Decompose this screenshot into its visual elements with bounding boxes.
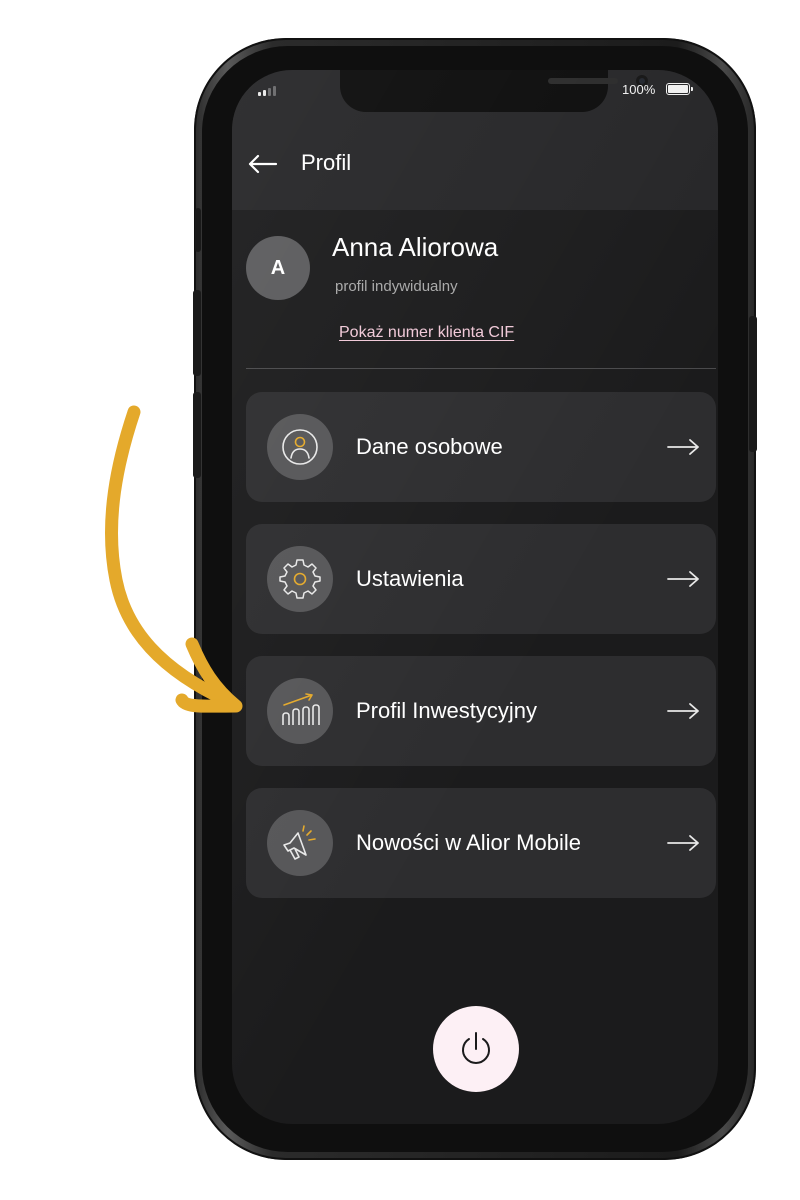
show-cif-link[interactable]: Pokaż numer klienta CIF <box>339 324 514 342</box>
menu-item-personal-data[interactable]: Dane osobowe <box>246 392 716 502</box>
notch <box>340 70 648 112</box>
power-icon <box>462 1032 490 1064</box>
investment-icon-circle <box>267 678 333 744</box>
signal-icon <box>258 86 276 96</box>
person-icon-circle <box>267 414 333 480</box>
menu-item-label: Dane osobowe <box>356 434 503 459</box>
divider <box>246 368 716 369</box>
gear-icon <box>279 559 321 599</box>
menu-item-label: Ustawienia <box>356 566 464 591</box>
speaker-grille <box>548 78 618 84</box>
arrow-right-icon <box>667 439 699 455</box>
battery-icon <box>666 83 693 95</box>
megaphone-icon-circle <box>267 810 333 876</box>
menu-item-label: Nowości w Alior Mobile <box>356 830 581 855</box>
gear-icon-circle <box>267 546 333 612</box>
menu-item-investment-profile[interactable]: Profil Inwestycyjny <box>246 656 716 766</box>
mute-switch <box>195 208 201 252</box>
megaphone-icon <box>283 825 316 860</box>
user-name: Anna Aliorowa <box>332 232 499 262</box>
profile-type-label: profil indywidualny <box>335 278 458 295</box>
menu-item-label: Profil Inwestycyjny <box>356 698 537 723</box>
page-title: Profil <box>301 150 352 175</box>
person-icon <box>282 429 318 465</box>
arrow-right-icon <box>667 703 699 719</box>
back-arrow-icon[interactable] <box>246 148 278 180</box>
menu-item-settings[interactable]: Ustawienia <box>246 524 716 634</box>
menu-item-whats-new[interactable]: Nowości w Alior Mobile <box>246 788 716 898</box>
battery-percentage: 100% <box>622 82 656 97</box>
arrow-right-icon <box>667 571 699 587</box>
annotation-arrow-icon <box>105 405 243 713</box>
side-power-button <box>749 316 757 452</box>
arrow-right-icon <box>667 835 699 851</box>
phone-screen: 100% Profil A Anna Aliorowa profil indyw… <box>232 70 718 1124</box>
logout-button[interactable] <box>433 1006 519 1092</box>
investment-chart-icon <box>282 693 320 725</box>
volume-up-button <box>193 290 201 376</box>
avatar: A <box>246 236 310 300</box>
